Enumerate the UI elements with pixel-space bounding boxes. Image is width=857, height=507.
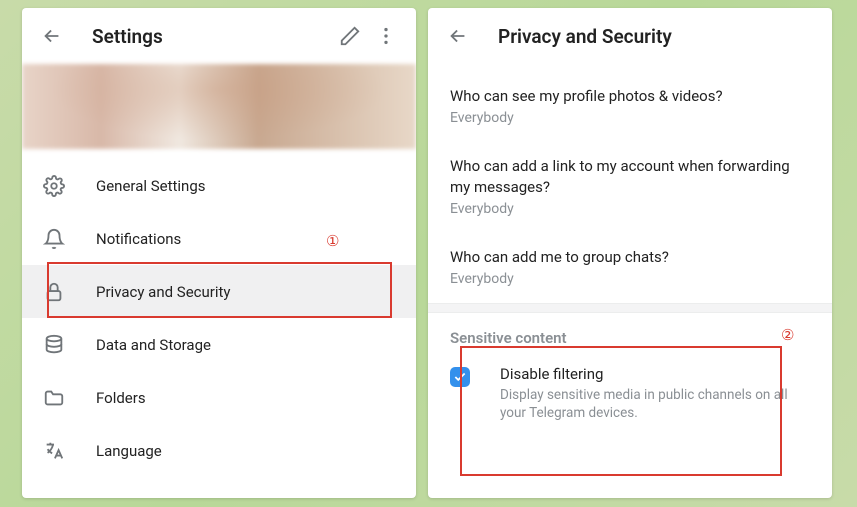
database-icon	[42, 333, 66, 357]
pencil-icon	[339, 25, 361, 47]
back-button[interactable]	[440, 18, 476, 54]
edit-button[interactable]	[332, 18, 368, 54]
sidebar-item-general[interactable]: General Settings	[22, 159, 416, 212]
sensitive-section-title: Sensitive content	[428, 313, 832, 355]
privacy-value: Everybody	[450, 201, 810, 217]
menu-label: Data and Storage	[96, 336, 211, 354]
language-icon	[42, 439, 66, 463]
privacy-body: Who can see my profile photos & videos? …	[428, 64, 832, 436]
menu-label: General Settings	[96, 177, 206, 195]
annotation-label-1: ①	[326, 232, 339, 250]
check-label: Disable filtering	[500, 365, 810, 383]
sidebar-item-data[interactable]: Data and Storage	[22, 318, 416, 371]
sidebar-item-folders[interactable]: Folders	[22, 371, 416, 424]
privacy-value: Everybody	[450, 271, 810, 287]
settings-menu: General Settings Notifications Privacy a…	[22, 149, 416, 477]
bell-icon	[42, 227, 66, 251]
menu-label: Folders	[96, 389, 146, 407]
section-divider	[428, 303, 832, 313]
sidebar-item-notifications[interactable]: Notifications	[22, 212, 416, 265]
check-icon	[453, 370, 467, 384]
settings-header: Settings	[22, 8, 416, 64]
back-button[interactable]	[34, 18, 70, 54]
privacy-question: Who can see my profile photos & videos?	[450, 86, 810, 106]
check-text: Disable filtering Display sensitive medi…	[500, 365, 810, 422]
sidebar-item-privacy[interactable]: Privacy and Security	[22, 265, 416, 318]
privacy-question: Who can add me to group chats?	[450, 247, 810, 267]
arrow-left-icon	[447, 25, 469, 47]
privacy-item-photos[interactable]: Who can see my profile photos & videos? …	[428, 72, 832, 142]
privacy-question: Who can add a link to my account when fo…	[450, 156, 810, 197]
menu-label: Language	[96, 442, 162, 460]
menu-label: Notifications	[96, 230, 181, 248]
more-button[interactable]	[368, 18, 404, 54]
lock-icon	[42, 280, 66, 304]
disable-filtering-row[interactable]: Disable filtering Display sensitive medi…	[428, 355, 832, 436]
privacy-item-forward-link[interactable]: Who can add a link to my account when fo…	[428, 142, 832, 233]
privacy-panel: Privacy and Security Who can see my prof…	[428, 8, 832, 498]
privacy-item-groups[interactable]: Who can add me to group chats? Everybody	[428, 233, 832, 303]
settings-panel: Settings General Settings Notifications …	[22, 8, 416, 498]
privacy-header: Privacy and Security	[428, 8, 832, 64]
sidebar-item-language[interactable]: Language	[22, 424, 416, 477]
profile-banner[interactable]	[22, 64, 416, 149]
privacy-value: Everybody	[450, 110, 810, 126]
annotation-label-2: ②	[781, 326, 794, 344]
more-vertical-icon	[375, 25, 397, 47]
check-description: Display sensitive media in public channe…	[500, 386, 810, 422]
gear-icon	[42, 174, 66, 198]
arrow-left-icon	[41, 25, 63, 47]
menu-label: Privacy and Security	[96, 283, 231, 301]
disable-filtering-checkbox[interactable]	[450, 367, 470, 387]
settings-title: Settings	[92, 25, 332, 48]
privacy-title: Privacy and Security	[498, 25, 820, 48]
folder-icon	[42, 386, 66, 410]
